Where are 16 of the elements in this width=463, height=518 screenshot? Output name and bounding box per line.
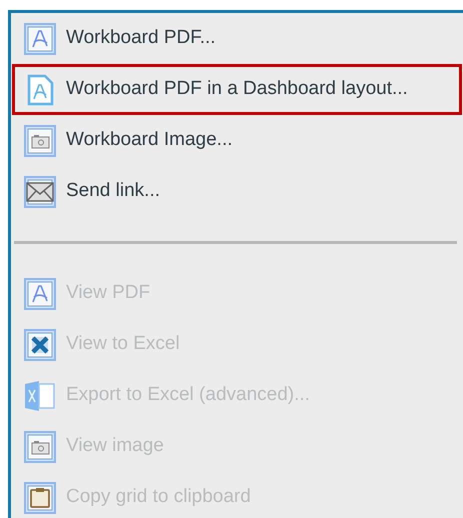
menu-item-label: Workboard PDF...: [66, 26, 216, 50]
pdf-icon: [24, 278, 56, 310]
spreadsheet-icon: [24, 328, 56, 360]
camera-icon: [24, 124, 56, 156]
camera-icon: [24, 430, 56, 462]
menu-item[interactable]: Workboard Image...: [12, 115, 462, 166]
menu-item[interactable]: Workboard PDF in a Dashboard layout...: [12, 64, 462, 115]
pdf-icon: [24, 22, 56, 54]
menu-item-label: Send link...: [66, 179, 160, 204]
menu-item-label: Workboard PDF in a Dashboard layout...: [66, 77, 408, 102]
spreadsheet-app-icon: [24, 380, 56, 412]
menu-item[interactable]: Workboard PDF...: [12, 13, 462, 64]
menu-item[interactable]: Send link...: [12, 166, 462, 217]
clipboard-icon: [24, 482, 56, 514]
envelope-icon: [24, 176, 56, 208]
menu-item-label: Workboard Image...: [66, 128, 233, 152]
